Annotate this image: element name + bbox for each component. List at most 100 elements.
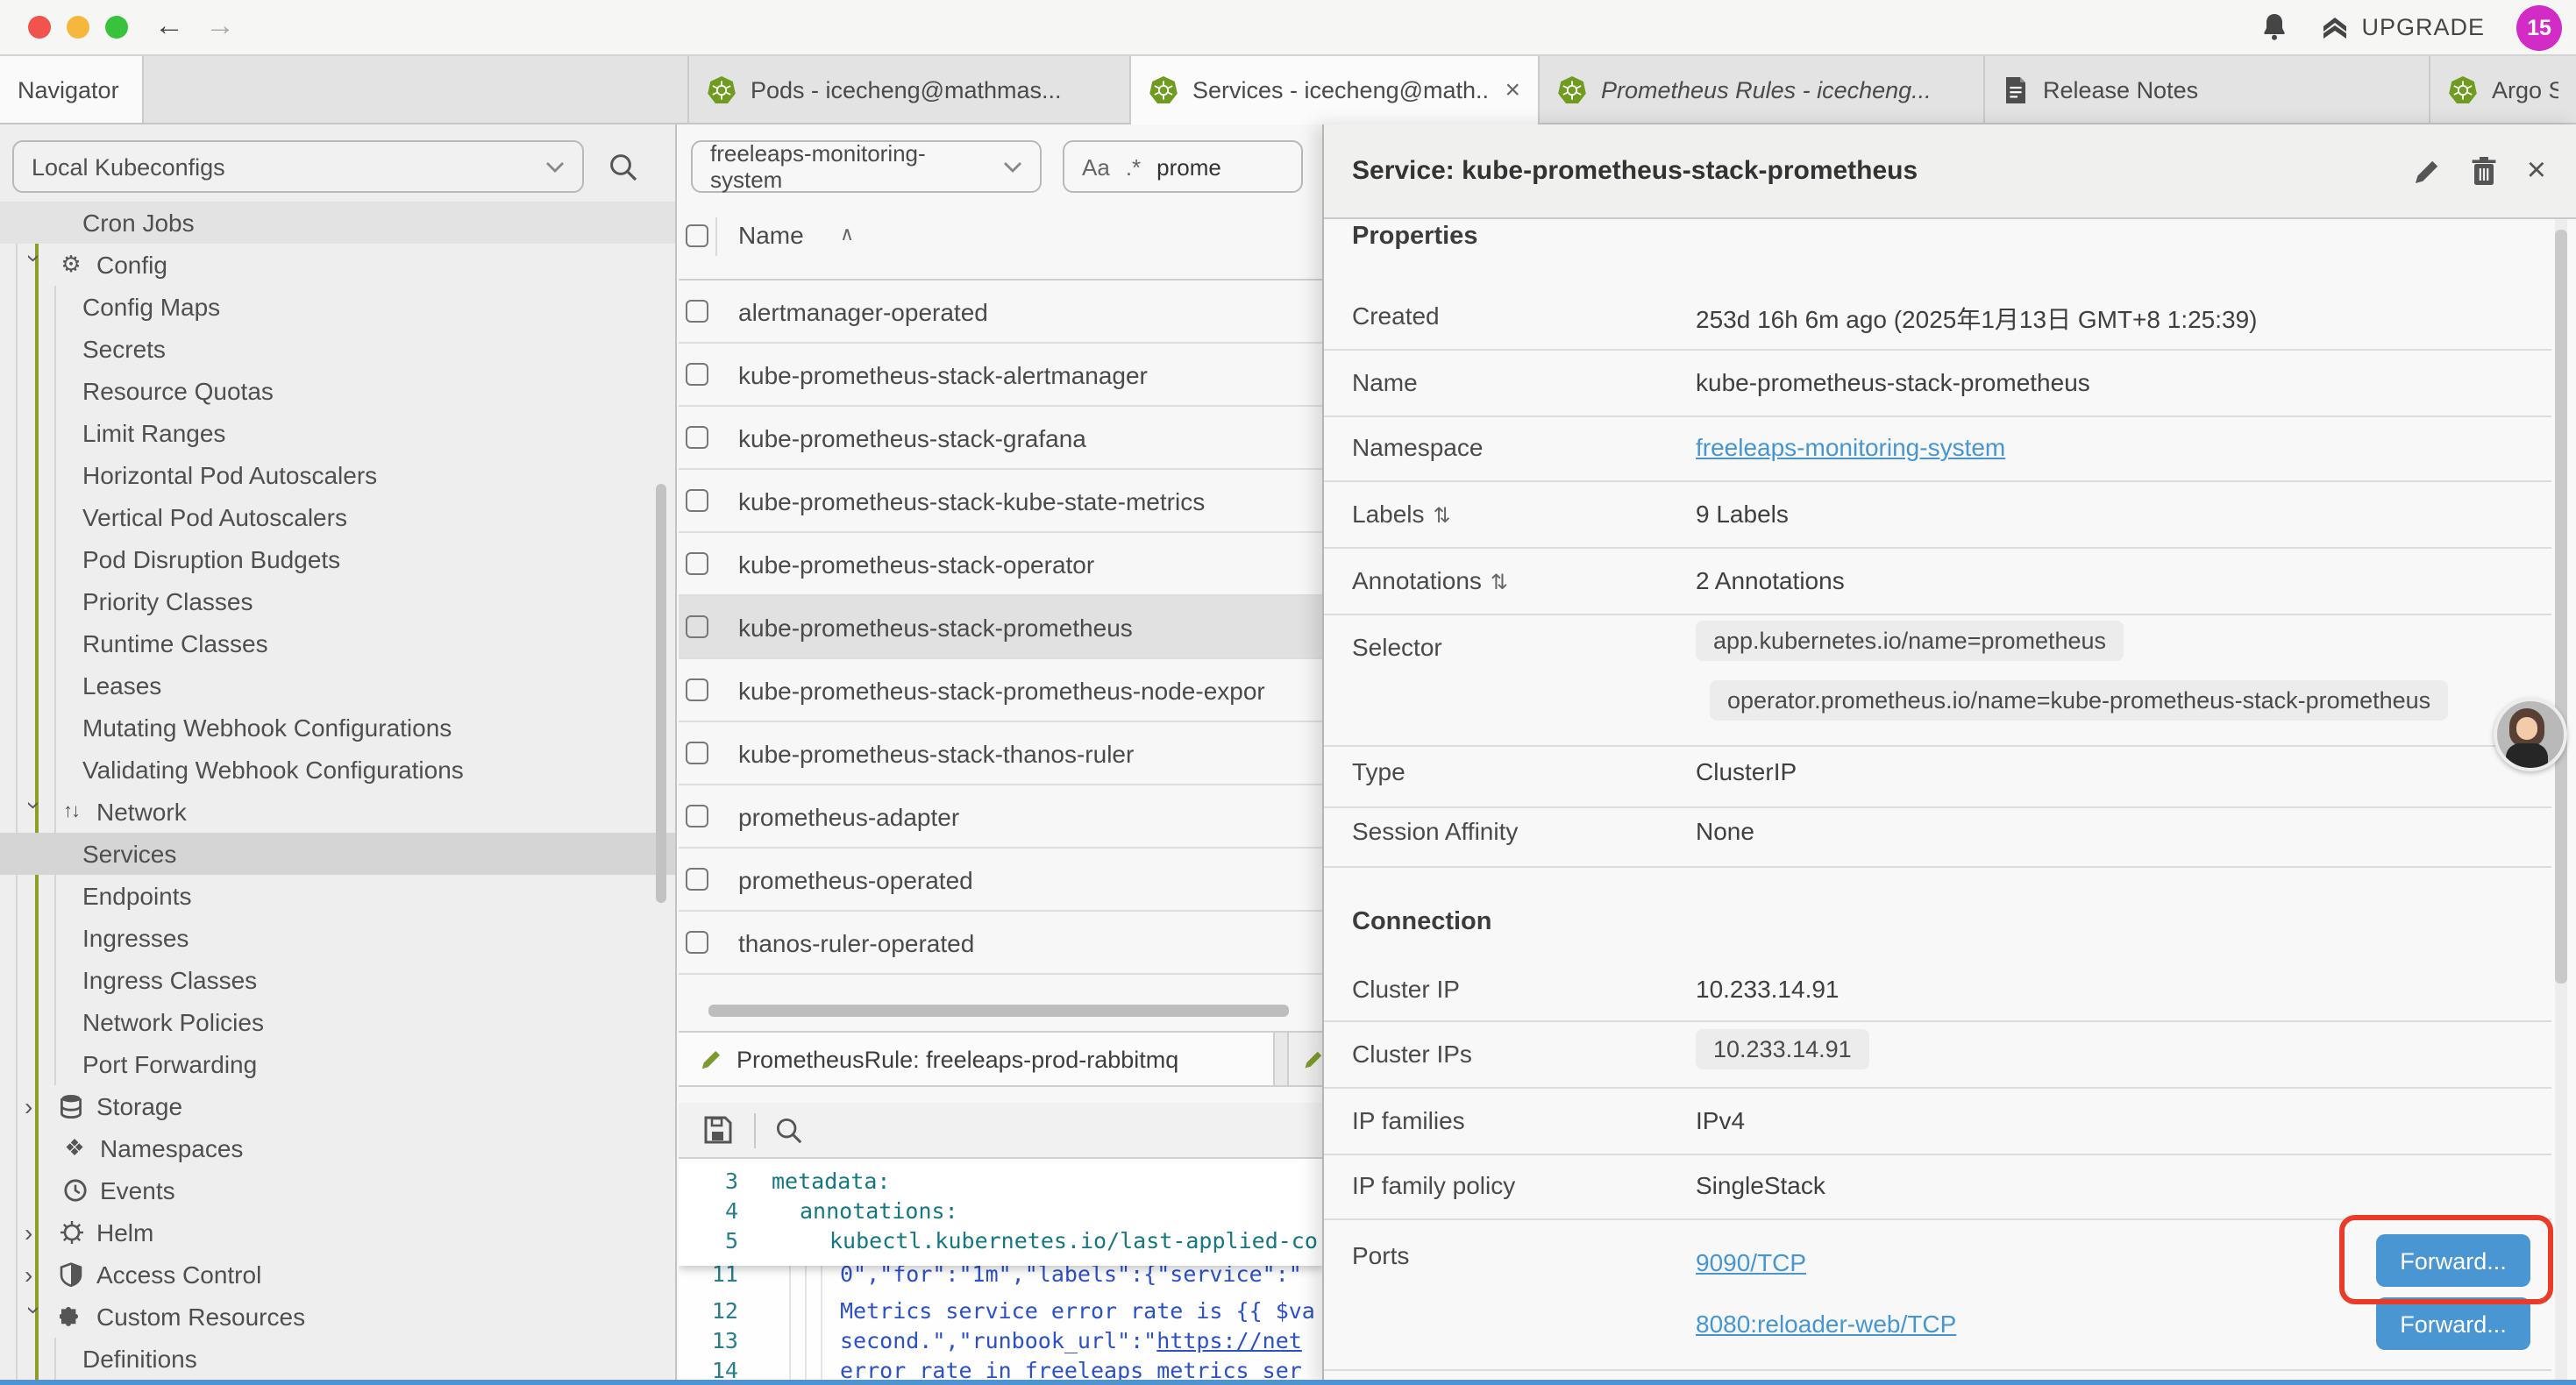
- sidebar-group-helm[interactable]: › Helm: [0, 1211, 677, 1254]
- row-checkbox[interactable]: [686, 868, 708, 891]
- forward-port-button[interactable]: Forward...: [2376, 1297, 2530, 1350]
- sidebar-group-custom-resources[interactable]: › Custom Resources: [0, 1296, 677, 1338]
- zoom-window-button[interactable]: [105, 16, 128, 39]
- sidebar-item-ingresses[interactable]: Ingresses: [0, 917, 677, 959]
- chevron-right-icon[interactable]: ›: [25, 1264, 46, 1285]
- table-row[interactable]: prometheus-adapter: [679, 785, 1324, 849]
- chevron-right-icon[interactable]: ›: [25, 1096, 46, 1117]
- chevron-down-icon[interactable]: ›: [25, 1306, 46, 1327]
- chevron-down-icon[interactable]: ›: [25, 254, 46, 275]
- sidebar-item-pod-disruption-budgets[interactable]: Pod Disruption Budgets: [0, 538, 677, 580]
- row-checkbox[interactable]: [686, 300, 708, 323]
- drawer-scrollbar[interactable]: [2555, 230, 2567, 984]
- table-row[interactable]: prometheus-operated: [679, 849, 1324, 912]
- edit-pencil-icon[interactable]: [2413, 157, 2441, 185]
- row-checkbox[interactable]: [686, 742, 708, 764]
- sidebar-item-events[interactable]: Events: [0, 1169, 677, 1211]
- sidebar-item-ingress-classes[interactable]: Ingress Classes: [0, 959, 677, 1001]
- close-window-button[interactable]: [28, 16, 51, 39]
- namespace-selector[interactable]: freeleaps-monitoring-system: [691, 140, 1042, 193]
- tab-services[interactable]: Services - icecheng@math... ×: [1131, 56, 1540, 124]
- sort-updown-icon[interactable]: ⇅: [1434, 503, 1451, 528]
- port-link-9090[interactable]: 9090/TCP: [1696, 1248, 1806, 1276]
- table-row[interactable]: kube-prometheus-stack-prometheus-node-ex…: [679, 659, 1324, 722]
- table-row[interactable]: kube-prometheus-stack-operator: [679, 533, 1324, 596]
- sidebar-item-limit-ranges[interactable]: Limit Ranges: [0, 412, 677, 454]
- sidebar-item-namespaces[interactable]: ❖ Namespaces: [0, 1127, 677, 1169]
- notifications-bell-icon[interactable]: [2259, 12, 2288, 42]
- filter-input[interactable]: Aa .* prome: [1063, 140, 1303, 193]
- sort-ascending-icon[interactable]: ∧: [840, 223, 854, 245]
- table-row[interactable]: kube-prometheus-stack-kube-state-metrics: [679, 470, 1324, 533]
- sidebar-group-storage[interactable]: › Storage: [0, 1085, 677, 1127]
- sidebar-group-config[interactable]: › ⚙ Config: [0, 244, 677, 286]
- upgrade-button[interactable]: UPGRADE: [2319, 13, 2485, 41]
- sidebar-item-mutating-webhook-configurations[interactable]: Mutating Webhook Configurations: [0, 707, 677, 749]
- chevron-down-icon[interactable]: ›: [25, 801, 46, 822]
- kubernetes-icon: [1557, 75, 1587, 104]
- sidebar-item-definitions[interactable]: Definitions: [0, 1338, 677, 1380]
- table-row-selected[interactable]: kube-prometheus-stack-prometheus: [679, 596, 1324, 659]
- kubeconfig-selector[interactable]: Local Kubeconfigs: [12, 140, 584, 193]
- row-checkbox[interactable]: [686, 931, 708, 954]
- editor-search-icon[interactable]: [775, 1116, 803, 1144]
- sort-updown-icon[interactable]: ⇅: [1491, 570, 1508, 594]
- regex-toggle[interactable]: .*: [1126, 153, 1141, 180]
- tab-pods[interactable]: Pods - icecheng@mathmas...: [687, 56, 1131, 123]
- table-row[interactable]: kube-prometheus-stack-alertmanager: [679, 344, 1324, 407]
- select-all-checkbox[interactable]: [686, 224, 708, 247]
- table-row[interactable]: thanos-ruler-operated: [679, 912, 1324, 975]
- row-checkbox[interactable]: [686, 363, 708, 386]
- sidebar-group-network[interactable]: › ↑↓ Network: [0, 791, 677, 833]
- sidebar-group-access-control[interactable]: › Access Control: [0, 1254, 677, 1296]
- sidebar-item-config-maps[interactable]: Config Maps: [0, 286, 677, 328]
- row-checkbox[interactable]: [686, 426, 708, 449]
- code-link[interactable]: https://net: [1156, 1327, 1302, 1353]
- match-case-toggle[interactable]: Aa: [1082, 153, 1110, 180]
- namespace-link[interactable]: freeleaps-monitoring-system: [1696, 433, 2005, 461]
- table-row[interactable]: kube-prometheus-stack-thanos-ruler: [679, 722, 1324, 785]
- back-icon[interactable]: ←: [154, 7, 184, 46]
- sidebar-item-vertical-pod-autoscalers[interactable]: Vertical Pod Autoscalers: [0, 496, 677, 538]
- navigator-scrollbar[interactable]: [656, 484, 666, 903]
- table-row[interactable]: alertmanager-operated: [679, 281, 1324, 344]
- tab-navigator[interactable]: Navigator: [0, 56, 144, 123]
- row-checkbox[interactable]: [686, 489, 708, 512]
- row-checkbox[interactable]: [686, 678, 708, 701]
- save-icon[interactable]: [703, 1115, 733, 1145]
- avatar[interactable]: [2494, 698, 2567, 771]
- tab-prometheus-rules[interactable]: Prometheus Rules - icecheng...: [1540, 56, 1985, 123]
- row-checkbox[interactable]: [686, 805, 708, 827]
- chevron-right-icon[interactable]: ›: [25, 1222, 46, 1243]
- sidebar-item-endpoints[interactable]: Endpoints: [0, 875, 677, 917]
- forward-icon[interactable]: →: [205, 7, 235, 46]
- row-checkbox[interactable]: [686, 615, 708, 638]
- table-row[interactable]: kube-prometheus-stack-grafana: [679, 407, 1324, 470]
- sidebar-item-horizontal-pod-autoscalers[interactable]: Horizontal Pod Autoscalers: [0, 454, 677, 496]
- sidebar-item-port-forwarding[interactable]: Port Forwarding: [0, 1043, 677, 1085]
- editor-tab-partial[interactable]: [1287, 1033, 1324, 1085]
- editor-tab-prometheusrule[interactable]: PrometheusRule: freeleaps-prod-rabbitmq: [679, 1033, 1275, 1085]
- sidebar-item-runtime-classes[interactable]: Runtime Classes: [0, 622, 677, 664]
- sidebar-item-priority-classes[interactable]: Priority Classes: [0, 580, 677, 622]
- sidebar-item-cron-jobs[interactable]: Cron Jobs: [0, 202, 677, 244]
- close-drawer-icon[interactable]: ×: [2527, 154, 2546, 188]
- sidebar-item-leases[interactable]: Leases: [0, 664, 677, 707]
- sidebar-item-secrets[interactable]: Secrets: [0, 328, 677, 370]
- close-tab-icon[interactable]: ×: [1505, 77, 1520, 103]
- port-link-8080[interactable]: 8080:reloader-web/TCP: [1696, 1310, 1956, 1338]
- yaml-editor[interactable]: 11 0","for":"1m","labels":{"service":" 1…: [679, 1159, 1324, 1385]
- minimize-window-button[interactable]: [67, 16, 89, 39]
- column-header-name[interactable]: Name: [738, 221, 804, 249]
- horizontal-scrollbar[interactable]: [708, 1005, 1289, 1017]
- sidebar-item-network-policies[interactable]: Network Policies: [0, 1001, 677, 1043]
- notification-count-badge[interactable]: 15: [2516, 4, 2562, 50]
- tab-release-notes[interactable]: Release Notes: [1985, 56, 2430, 123]
- search-icon[interactable]: [608, 153, 638, 182]
- sidebar-item-services[interactable]: Services: [0, 833, 677, 875]
- sidebar-item-validating-webhook-configurations[interactable]: Validating Webhook Configurations: [0, 749, 677, 791]
- tab-argo[interactable]: Argo Se: [2430, 56, 2576, 123]
- delete-trash-icon[interactable]: [2471, 156, 2497, 186]
- sidebar-item-resource-quotas[interactable]: Resource Quotas: [0, 370, 677, 412]
- row-checkbox[interactable]: [686, 552, 708, 575]
